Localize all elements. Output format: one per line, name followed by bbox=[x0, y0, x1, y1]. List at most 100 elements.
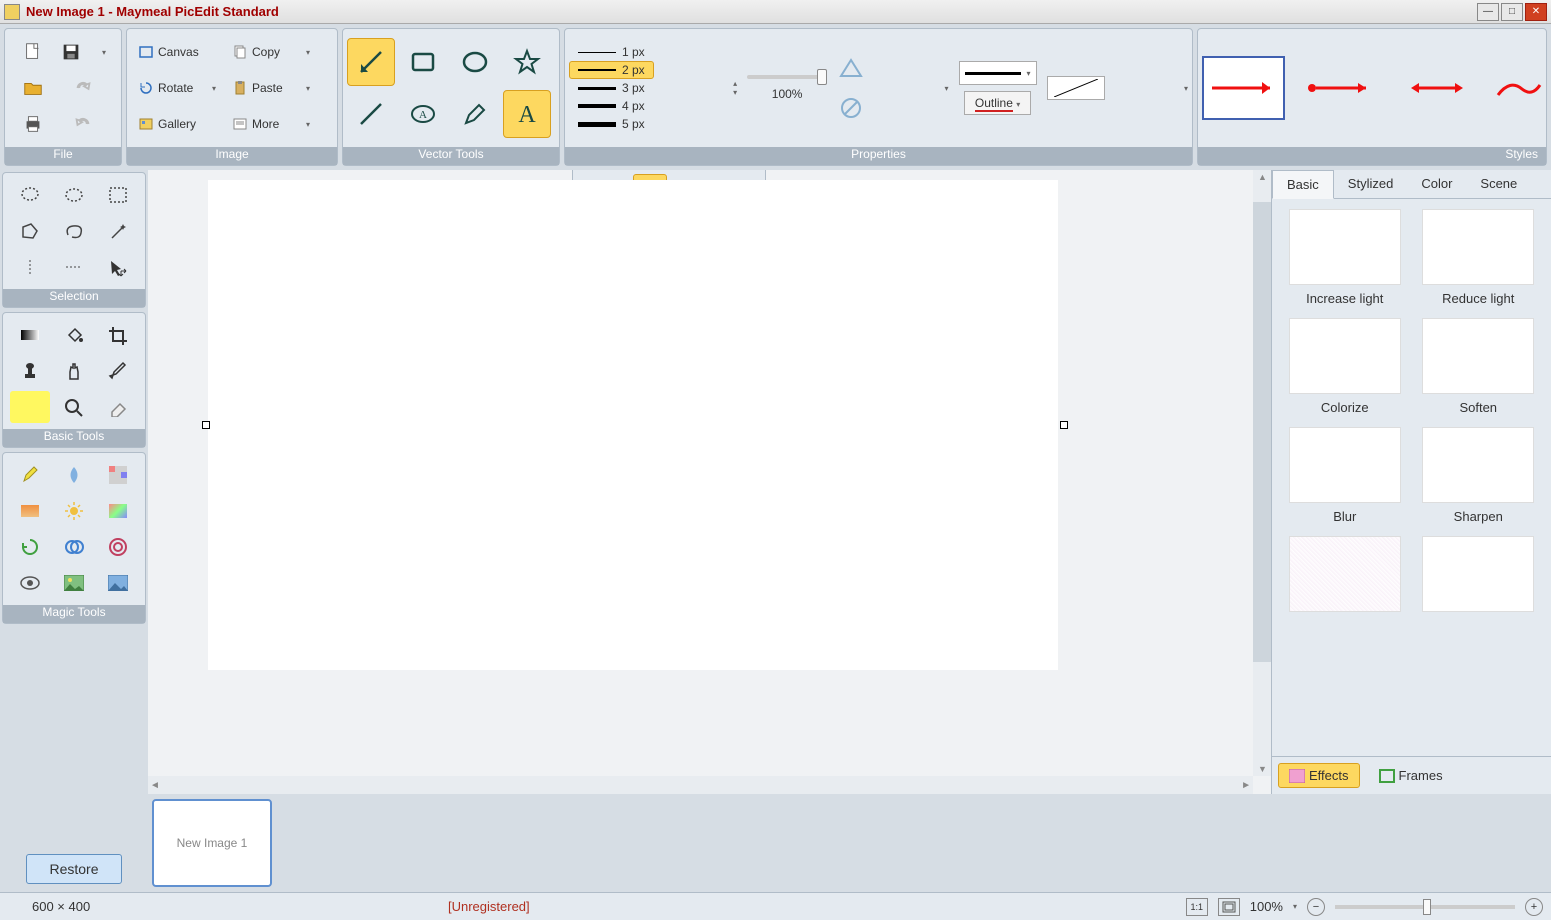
line-width-expand[interactable]: ▴▾ bbox=[733, 79, 737, 97]
line-style-button[interactable]: ▾ bbox=[959, 61, 1037, 85]
text-tool-button[interactable]: A bbox=[503, 90, 551, 138]
effect-extra-1[interactable] bbox=[1282, 536, 1408, 612]
zoom-slider[interactable] bbox=[1335, 905, 1515, 909]
paste-button[interactable]: Paste▾ bbox=[225, 71, 317, 105]
fill-none-icon[interactable] bbox=[837, 56, 865, 80]
vertical-scrollbar[interactable]: ▲▼ bbox=[1253, 170, 1271, 776]
frames-button[interactable]: Frames bbox=[1368, 763, 1454, 788]
tab-stylized[interactable]: Stylized bbox=[1334, 170, 1408, 198]
rect-select-tool[interactable] bbox=[98, 179, 138, 211]
line-select-tool[interactable] bbox=[10, 251, 50, 283]
crop-tool[interactable] bbox=[98, 319, 138, 351]
minimize-button[interactable]: — bbox=[1477, 3, 1499, 21]
no-fill-icon[interactable] bbox=[837, 96, 865, 120]
highlight-tool[interactable] bbox=[10, 391, 50, 423]
pixelate-tool[interactable] bbox=[98, 459, 138, 491]
line-width-4px[interactable]: 4 px bbox=[569, 97, 654, 115]
fill-expand[interactable]: ▾ bbox=[945, 84, 949, 93]
fit-button[interactable] bbox=[1218, 898, 1240, 916]
selection-title: Selection bbox=[3, 289, 145, 307]
gallery-button[interactable]: Gallery bbox=[131, 107, 223, 141]
gradient-tool[interactable] bbox=[10, 319, 50, 351]
tab-color[interactable]: Color bbox=[1407, 170, 1466, 198]
overlap-tool[interactable] bbox=[54, 531, 94, 563]
eye-tool[interactable] bbox=[10, 567, 50, 599]
more-button[interactable]: More▾ bbox=[225, 107, 317, 141]
swatch-expand[interactable]: ▾ bbox=[1184, 84, 1188, 93]
zoom-tool[interactable] bbox=[54, 391, 94, 423]
copy-button[interactable]: Copy▾ bbox=[225, 35, 317, 69]
effect-blur[interactable]: Blur bbox=[1282, 427, 1408, 524]
effect-colorize[interactable]: Colorize bbox=[1282, 318, 1408, 415]
zoom-in-button[interactable]: + bbox=[1525, 898, 1543, 916]
image-tool-2[interactable] bbox=[98, 567, 138, 599]
rectangle-tool-button[interactable] bbox=[399, 38, 447, 86]
line-width-2px[interactable]: 2 px bbox=[569, 61, 654, 79]
ellipse-select-tool[interactable] bbox=[54, 179, 94, 211]
free-select-tool[interactable] bbox=[54, 215, 94, 247]
text-path-tool-button[interactable]: A bbox=[399, 90, 447, 138]
canvas-button[interactable]: Canvas bbox=[131, 35, 223, 69]
new-file-button[interactable] bbox=[9, 35, 57, 69]
effect-sharpen[interactable]: Sharpen bbox=[1416, 427, 1542, 524]
undo-button[interactable] bbox=[59, 107, 107, 141]
rotate-button[interactable]: Rotate▾ bbox=[131, 71, 223, 105]
handle-right[interactable] bbox=[1060, 421, 1068, 429]
line-width-3px[interactable]: 3 px bbox=[569, 79, 654, 97]
zoom-dropdown[interactable]: ▾ bbox=[1293, 902, 1297, 911]
eraser-tool[interactable] bbox=[98, 391, 138, 423]
outline-button[interactable]: Outline ▾ bbox=[964, 91, 1031, 115]
range-select-tool[interactable] bbox=[54, 251, 94, 283]
horizontal-scrollbar[interactable]: ◄► bbox=[148, 776, 1253, 794]
tab-scene[interactable]: Scene bbox=[1466, 170, 1531, 198]
restore-button[interactable]: Restore bbox=[26, 854, 121, 884]
effect-reduce-light[interactable]: Reduce light bbox=[1416, 209, 1542, 306]
line-width-1px[interactable]: 1 px bbox=[569, 43, 654, 61]
star-tool-button[interactable] bbox=[503, 38, 551, 86]
refresh-tool[interactable] bbox=[10, 531, 50, 563]
line-tool-button[interactable] bbox=[347, 90, 395, 138]
lasso-tool[interactable] bbox=[10, 179, 50, 211]
redo-button[interactable] bbox=[59, 71, 107, 105]
handle-left[interactable] bbox=[202, 421, 210, 429]
hand-tool[interactable] bbox=[54, 355, 94, 387]
poly-lasso-tool[interactable] bbox=[10, 215, 50, 247]
fill-magic-tool[interactable] bbox=[10, 495, 50, 527]
image-tool-1[interactable] bbox=[54, 567, 94, 599]
brush-tool[interactable] bbox=[98, 355, 138, 387]
magic-wand-tool[interactable] bbox=[98, 215, 138, 247]
print-button[interactable] bbox=[9, 107, 57, 141]
target-tool[interactable] bbox=[98, 531, 138, 563]
close-button[interactable]: ✕ bbox=[1525, 3, 1547, 21]
line-width-5px[interactable]: 5 px bbox=[569, 115, 654, 133]
bucket-tool[interactable] bbox=[54, 319, 94, 351]
effect-increase-light[interactable]: Increase light bbox=[1282, 209, 1408, 306]
style-option-2[interactable] bbox=[1303, 73, 1380, 103]
canvas[interactable] bbox=[208, 180, 1058, 670]
maximize-button[interactable]: □ bbox=[1501, 3, 1523, 21]
tab-basic[interactable]: Basic bbox=[1272, 170, 1334, 199]
gradient-swatch-button[interactable] bbox=[1047, 76, 1105, 100]
document-tab[interactable]: New Image 1 bbox=[152, 799, 272, 887]
sun-tool[interactable] bbox=[54, 495, 94, 527]
zoom-out-button[interactable]: − bbox=[1307, 898, 1325, 916]
open-button[interactable] bbox=[9, 71, 57, 105]
style-option-4[interactable] bbox=[1494, 73, 1542, 103]
move-tool[interactable] bbox=[98, 251, 138, 283]
pen-tool-button[interactable] bbox=[451, 90, 499, 138]
ratio-button[interactable]: 1:1 bbox=[1186, 898, 1208, 916]
style-option-3[interactable] bbox=[1399, 73, 1476, 103]
ribbon-title-file: File bbox=[5, 147, 121, 165]
effect-soften[interactable]: Soften bbox=[1416, 318, 1542, 415]
effect-extra-2[interactable] bbox=[1416, 536, 1542, 612]
style-preview[interactable] bbox=[1202, 56, 1285, 120]
opacity-slider[interactable] bbox=[747, 75, 827, 79]
blur-magic-tool[interactable] bbox=[54, 459, 94, 491]
pencil-magic-tool[interactable] bbox=[10, 459, 50, 491]
stamp-tool[interactable] bbox=[10, 355, 50, 387]
effects-button[interactable]: Effects bbox=[1278, 763, 1360, 788]
arrow-tool-button[interactable] bbox=[347, 38, 395, 86]
rainbow-tool[interactable] bbox=[98, 495, 138, 527]
ellipse-tool-button[interactable] bbox=[451, 38, 499, 86]
save-button[interactable]: ▾ bbox=[59, 35, 107, 69]
